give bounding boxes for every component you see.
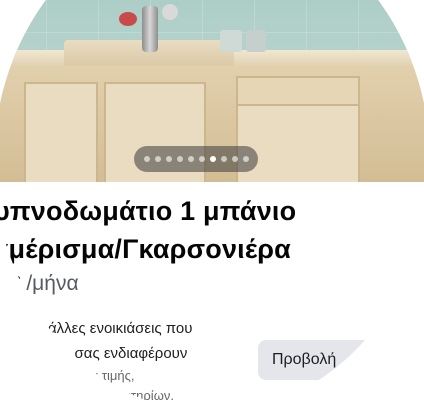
pager-dot [231,156,238,162]
promo-subtext-line2: ων κριτηρίων. [94,388,174,403]
pager-dot [187,156,194,162]
pager-dot-active [209,156,216,162]
photo-jar [220,30,242,52]
promo-subtext-line1: άσει τιμής, [74,368,135,383]
pager-dot [154,156,161,162]
promo-subtext: άσει τιμής, ων κριτηρίων. [74,366,174,406]
pager-dot [165,156,172,162]
promo-text: άλλες ενοικιάσεις που η σας ενδιαφέρουν [48,316,192,366]
listing-title-line2: ιαμέρισμα/Γκαρσονιέρα [0,234,291,264]
photo-knob-red [119,12,137,26]
view-button[interactable]: Προβολή [258,340,424,380]
price-unit: /μήνα [20,272,79,295]
photo-pager-indicator[interactable] [134,146,258,172]
photo-drawer [236,76,360,106]
photo-jar [246,30,266,52]
listing-card-viewport: υπνοδωμάτιο 1 μπάνιο ιαμέρισμα/Γκαρσονιέ… [0,0,424,412]
listing-title-line1: υπνοδωμάτιο 1 μπάνιο [0,196,297,226]
promo-text-line2: η σας ενδιαφέρουν [62,345,188,362]
pager-dot [220,156,227,162]
listing-price: ) € /μήνα [0,272,79,296]
price-value: ) € [0,272,21,295]
pager-dot [198,156,205,162]
pager-dot [176,156,183,162]
photo-knob-white [162,4,178,20]
photo-faucet [142,6,158,52]
pager-dot [242,156,249,162]
promo-text-line1: άλλες ενοικιάσεις που [48,320,193,337]
photo-cabinet-door [24,82,98,182]
pager-dot [143,156,150,162]
